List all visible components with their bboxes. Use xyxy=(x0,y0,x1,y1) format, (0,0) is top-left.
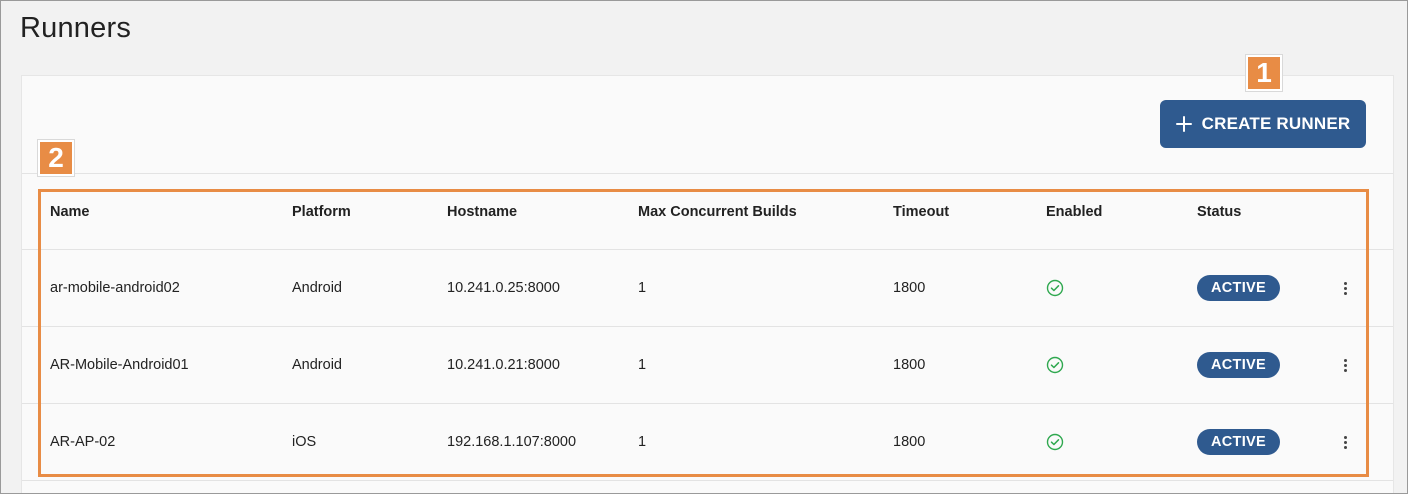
runner-status: ACTIVE xyxy=(1197,404,1280,480)
column-header-platform[interactable]: Platform xyxy=(292,175,351,249)
runner-max-builds: 1 xyxy=(638,357,647,373)
create-runner-button[interactable]: CREATE RUNNER xyxy=(1160,100,1366,148)
runner-timeout: 1800 xyxy=(893,357,926,373)
check-circle-icon xyxy=(1046,433,1064,451)
row-actions[interactable] xyxy=(1335,327,1355,403)
runner-max-builds: 1 xyxy=(638,280,647,296)
runner-hostname: 10.241.0.21:8000 xyxy=(447,357,560,373)
more-vert-icon[interactable] xyxy=(1343,281,1347,295)
row-actions[interactable] xyxy=(1335,404,1355,480)
check-circle-icon xyxy=(1046,279,1064,297)
callout-badge-1: 1 xyxy=(1246,55,1282,91)
status-badge: ACTIVE xyxy=(1197,275,1280,301)
table-row[interactable]: AR-AP-02 iOS 192.168.1.107:8000 1 1800 A… xyxy=(22,404,1393,481)
runner-name: AR-AP-02 xyxy=(50,434,116,450)
plus-icon xyxy=(1175,116,1192,132)
column-header-hostname[interactable]: Hostname xyxy=(447,175,517,249)
runner-enabled xyxy=(1046,250,1064,326)
check-circle-icon xyxy=(1046,356,1064,374)
runner-name: ar-mobile-android02 xyxy=(50,280,180,296)
more-vert-icon[interactable] xyxy=(1343,358,1347,372)
runners-table: Name Platform Hostname Max Concurrent Bu… xyxy=(22,175,1393,481)
page-title: Runners xyxy=(20,12,132,44)
create-runner-label: CREATE RUNNER xyxy=(1201,114,1351,133)
table-header-row: Name Platform Hostname Max Concurrent Bu… xyxy=(22,175,1393,250)
table-row[interactable]: ar-mobile-android02 Android 10.241.0.25:… xyxy=(22,250,1393,327)
callout-badge-2: 2 xyxy=(38,140,74,176)
runner-hostname: 192.168.1.107:8000 xyxy=(447,434,577,450)
runner-enabled xyxy=(1046,404,1064,480)
column-header-name[interactable]: Name xyxy=(50,175,90,249)
runner-enabled xyxy=(1046,327,1064,403)
more-vert-icon[interactable] xyxy=(1343,435,1347,449)
runner-status: ACTIVE xyxy=(1197,327,1280,403)
runner-status: ACTIVE xyxy=(1197,250,1280,326)
column-header-enabled[interactable]: Enabled xyxy=(1046,175,1102,249)
runner-hostname: 10.241.0.25:8000 xyxy=(447,280,560,296)
runner-platform: Android xyxy=(292,357,342,373)
runner-max-builds: 1 xyxy=(638,434,647,450)
card-divider xyxy=(22,173,1393,174)
row-actions[interactable] xyxy=(1335,250,1355,326)
runner-platform: iOS xyxy=(292,434,317,450)
runner-timeout: 1800 xyxy=(893,280,926,296)
runner-platform: Android xyxy=(292,280,342,296)
column-header-timeout[interactable]: Timeout xyxy=(893,175,949,249)
column-header-status[interactable]: Status xyxy=(1197,175,1241,249)
status-badge: ACTIVE xyxy=(1197,352,1280,378)
table-row[interactable]: AR-Mobile-Android01 Android 10.241.0.21:… xyxy=(22,327,1393,404)
runner-name: AR-Mobile-Android01 xyxy=(50,357,189,373)
column-header-max-builds[interactable]: Max Concurrent Builds xyxy=(638,175,797,249)
runner-timeout: 1800 xyxy=(893,434,926,450)
status-badge: ACTIVE xyxy=(1197,429,1280,455)
